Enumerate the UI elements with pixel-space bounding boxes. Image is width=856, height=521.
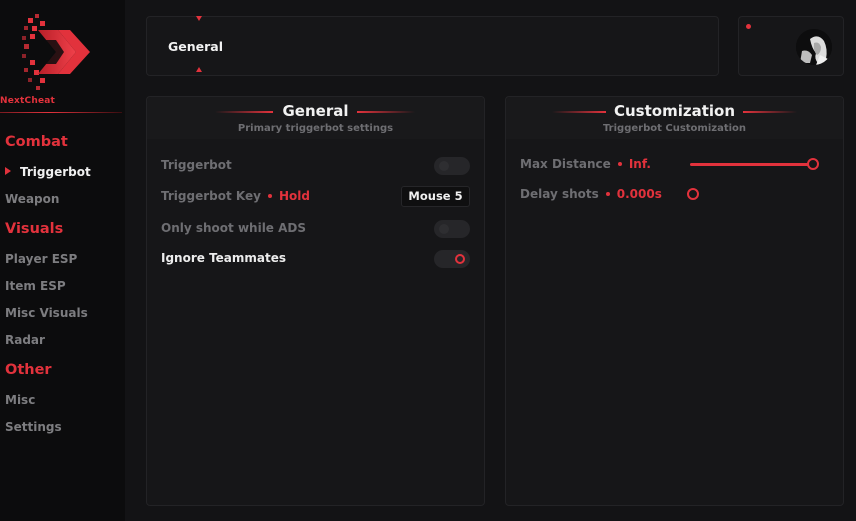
sidebar-item-player-esp[interactable]: Player ESP [5, 252, 77, 266]
tab-next-icon[interactable] [196, 67, 202, 72]
triggerbot-label: Triggerbot [161, 158, 232, 172]
toggle-knob [455, 254, 465, 264]
accent-dot-icon [617, 162, 622, 166]
tab-selector[interactable]: General [146, 16, 719, 76]
panel-header: General Primary triggerbot settings [147, 97, 484, 139]
header-title: General [168, 39, 223, 54]
panel-subtitle: Primary triggerbot settings [237, 123, 394, 134]
panel-title: General [282, 102, 349, 120]
profile-card[interactable] [738, 16, 844, 76]
tab-prev-icon[interactable] [196, 16, 202, 21]
brand-divider [0, 112, 122, 113]
ads-toggle[interactable] [434, 220, 470, 238]
logo-icon [22, 14, 90, 90]
delay-shots-text: Delay shots [520, 187, 599, 201]
toggle-knob [439, 161, 449, 171]
avatar[interactable] [796, 29, 832, 65]
panel-header: Customization Triggerbot Customization [506, 97, 843, 139]
ads-label: Only shoot while ADS [161, 221, 307, 235]
max-distance-text: Max Distance [520, 157, 611, 171]
customization-panel: Customization Triggerbot Customization M… [505, 96, 844, 506]
nav-section-visuals: Visuals [5, 221, 64, 237]
triggerbot-toggle[interactable] [434, 157, 470, 175]
max-distance-label: Max Distance Inf. [520, 157, 651, 171]
triggerbot-key-label: Triggerbot Key Hold [161, 189, 310, 203]
caret-right-icon [5, 167, 11, 175]
delay-shots-label: Delay shots 0.000s [520, 187, 662, 201]
app-window: NextCheat Combat Triggerbot Weapon Visua… [0, 0, 856, 521]
keybind-button[interactable]: Mouse 5 [401, 186, 470, 207]
panel-subtitle: Triggerbot Customization [602, 123, 747, 134]
delay-shots-slider-handle[interactable] [687, 188, 699, 200]
nav-section-other: Other [5, 362, 52, 378]
sidebar-item-label: Triggerbot [20, 165, 91, 179]
max-distance-value: Inf. [628, 157, 651, 171]
sidebar-item-settings[interactable]: Settings [5, 420, 62, 434]
key-mode-value[interactable]: Hold [279, 189, 310, 203]
brand-name: NextCheat [0, 96, 56, 106]
sidebar-item-triggerbot[interactable]: Triggerbot [5, 165, 91, 179]
delay-shots-value: 0.000s [616, 187, 662, 201]
accent-dot-icon [267, 194, 272, 198]
nav-section-combat: Combat [5, 134, 68, 150]
triggerbot-key-text: Triggerbot Key [161, 189, 261, 203]
ignore-teammates-toggle[interactable] [434, 250, 470, 268]
sidebar: NextCheat Combat Triggerbot Weapon Visua… [0, 0, 125, 521]
max-distance-slider-track[interactable] [690, 163, 812, 166]
sidebar-item-weapon[interactable]: Weapon [5, 192, 59, 206]
sidebar-item-radar[interactable]: Radar [5, 333, 45, 347]
ignore-teammates-label: Ignore Teammates [161, 251, 287, 265]
sidebar-item-misc[interactable]: Misc [5, 393, 35, 407]
title-accent-line-right [743, 111, 797, 113]
sidebar-item-misc-visuals[interactable]: Misc Visuals [5, 306, 88, 320]
user-avatar-icon [796, 29, 832, 65]
accent-dot-icon [605, 192, 610, 196]
max-distance-slider-handle[interactable] [807, 158, 819, 170]
sidebar-item-item-esp[interactable]: Item ESP [5, 279, 66, 293]
general-panel: General Primary triggerbot settings Trig… [146, 96, 485, 506]
title-accent-line-right [357, 111, 415, 113]
toggle-knob [439, 224, 449, 234]
status-dot [746, 24, 751, 29]
